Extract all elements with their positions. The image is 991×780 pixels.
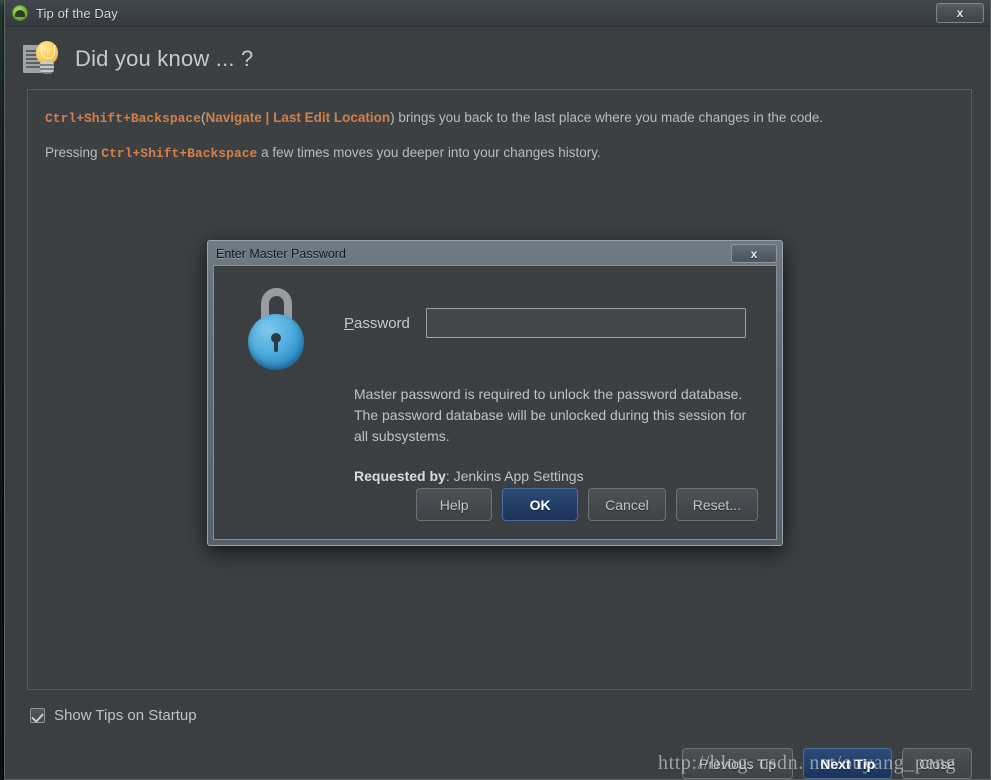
dialog-body: Password Master password is required to …: [213, 265, 777, 540]
requested-by-row: Requested by: Jenkins App Settings: [354, 468, 752, 484]
reset-button[interactable]: Reset...: [675, 488, 758, 521]
dialog-button-bar: Help OK Cancel Reset...: [416, 488, 758, 521]
bulb-base-shape: [40, 62, 54, 74]
requested-by-label: Requested by: [354, 468, 446, 484]
show-tips-label: Show Tips on Startup: [54, 706, 197, 724]
android-studio-icon: [12, 5, 28, 21]
tip-shortcut-2: Ctrl+Shift+Backspace: [101, 146, 258, 161]
dialog-description: Master password is required to unlock th…: [354, 386, 747, 444]
password-row: Password: [236, 288, 752, 370]
window-title: Tip of the Day: [36, 5, 118, 21]
tip-text-1: brings you back to the last place where …: [394, 110, 824, 125]
tip-shortcut-1: Ctrl+Shift+Backspace: [45, 111, 202, 126]
footer-button-bar: Previous Tip Next Tip Close: [5, 728, 990, 779]
password-label-mnemonic: P: [344, 314, 355, 332]
page-title: Did you know ... ?: [75, 46, 254, 71]
padlock-keyhole-shape: [271, 333, 281, 352]
desktop-background: Tip of the Day x Did you know ... ? Ctrl…: [0, 0, 991, 780]
requested-by-value: Jenkins App Settings: [453, 468, 584, 484]
dialog-title: Enter Master Password: [216, 247, 346, 261]
window-footer: Show Tips on Startup Previous Tip Next T…: [5, 690, 990, 779]
enter-master-password-dialog: Enter Master Password x Password Master …: [207, 240, 783, 546]
close-button[interactable]: Close: [902, 748, 972, 779]
password-label-rest: assword: [354, 314, 410, 332]
previous-tip-button[interactable]: Previous Tip: [682, 748, 794, 779]
dialog-close-button[interactable]: x: [731, 244, 777, 263]
padlock-icon: [246, 288, 308, 370]
requested-by-separator: :: [445, 468, 454, 484]
password-input[interactable]: [425, 308, 746, 338]
lightbulb-tip-icon: [23, 41, 63, 77]
tip-prefix-2: Pressing: [45, 145, 102, 160]
bulb-glass-shape: [36, 41, 58, 64]
tip-paragraph-2: Pressing Ctrl+Shift+Backspace a few time…: [45, 142, 949, 164]
tip-header: Did you know ... ?: [5, 27, 990, 89]
help-button[interactable]: Help: [416, 488, 493, 521]
ok-button[interactable]: OK: [502, 488, 579, 521]
window-title-bar: Tip of the Day x: [5, 0, 990, 27]
show-tips-row[interactable]: Show Tips on Startup: [5, 702, 990, 728]
password-field-area: Password: [344, 308, 746, 338]
password-label: Password: [344, 315, 410, 332]
next-tip-button[interactable]: Next Tip: [803, 748, 893, 779]
tip-text-2: a few times moves you deeper into your c…: [257, 145, 601, 160]
window-close-button[interactable]: x: [936, 3, 984, 23]
dialog-title-bar: Enter Master Password x: [210, 243, 780, 265]
cancel-button[interactable]: Cancel: [588, 488, 666, 521]
show-tips-checkbox[interactable]: [30, 707, 45, 723]
tip-menu-path: Navigate | Last Edit Location: [205, 110, 391, 125]
tip-paragraph-1: Ctrl+Shift+Backspace(Navigate | Last Edi…: [45, 107, 949, 129]
